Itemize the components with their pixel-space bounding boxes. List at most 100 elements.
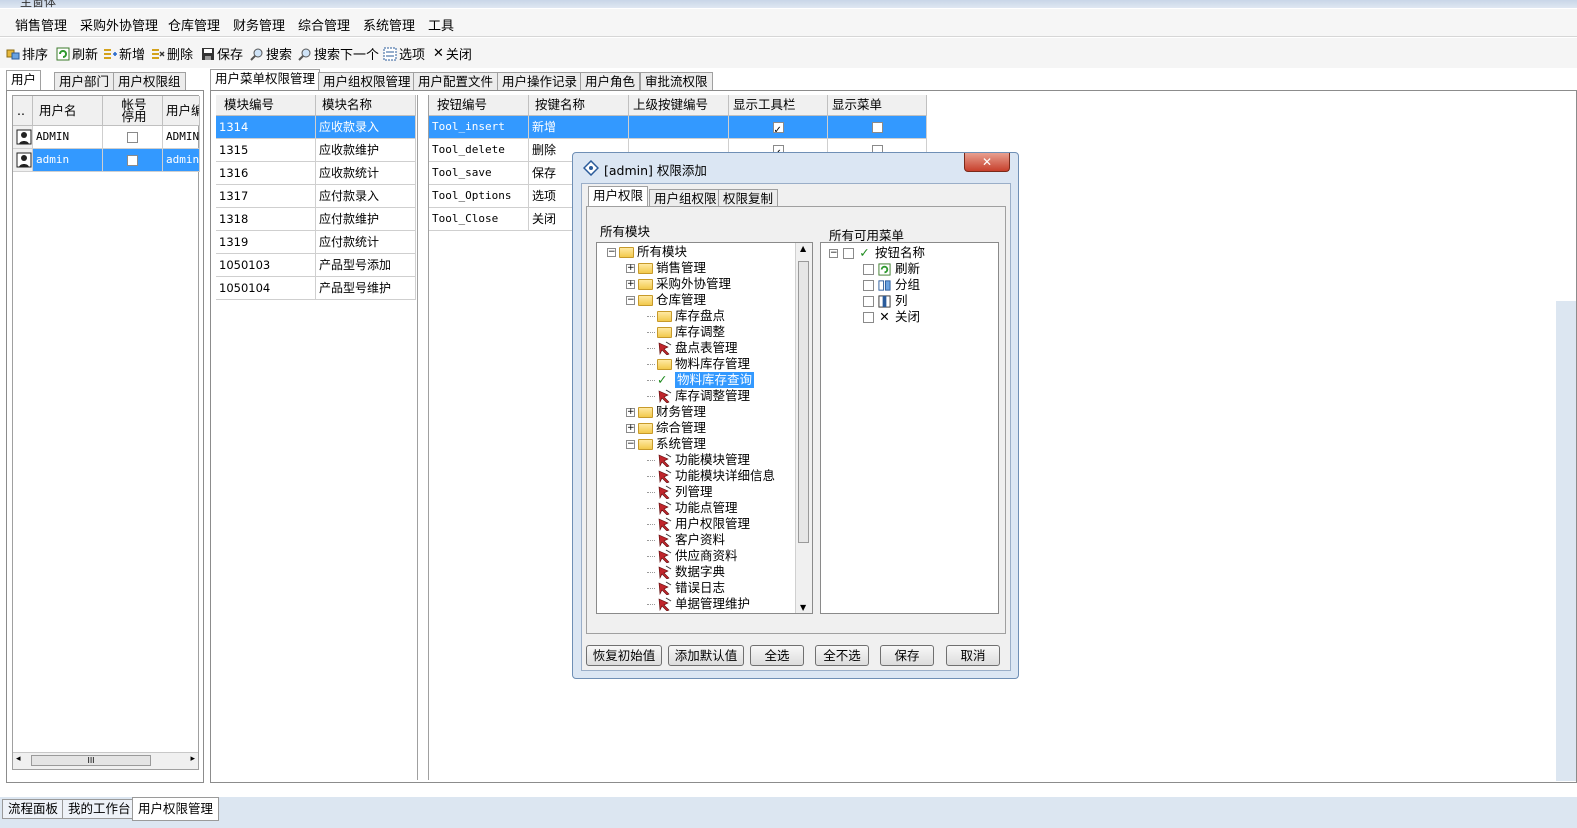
- menu-node-checkbox[interactable]: [863, 311, 874, 323]
- dialog-tab-permission-copy[interactable]: 权限复制: [718, 189, 779, 207]
- menu-tree-node[interactable]: 刷新: [863, 261, 920, 277]
- buttons-parent-header[interactable]: 上级按键编号: [629, 95, 729, 116]
- menu-general[interactable]: 综合管理: [298, 15, 350, 34]
- menu-sales[interactable]: 销售管理: [15, 15, 67, 34]
- menu-tools[interactable]: 工具: [428, 15, 454, 34]
- module-code-cell[interactable]: 1319: [216, 231, 316, 254]
- save-button[interactable]: 保存: [201, 44, 243, 63]
- module-name-cell[interactable]: 应付款统计: [316, 231, 416, 254]
- menu-system[interactable]: 系统管理: [363, 15, 415, 34]
- delete-button[interactable]: 删除: [151, 44, 193, 63]
- buttons-name-header[interactable]: 按键名称: [529, 95, 629, 116]
- module-name-cell[interactable]: 产品型号维护: [316, 277, 416, 300]
- close-button[interactable]: ✕ 关闭: [433, 44, 472, 63]
- show-menu-checkbox[interactable]: [871, 122, 883, 133]
- select-all-button[interactable]: 全选: [750, 645, 804, 666]
- module-tree-node[interactable]: 列管理: [657, 484, 713, 500]
- expand-icon[interactable]: +: [626, 424, 635, 433]
- module-code-cell[interactable]: 1315: [216, 139, 316, 162]
- expand-icon[interactable]: +: [626, 280, 635, 289]
- user-disabled-checkbox[interactable]: [127, 132, 138, 143]
- button-code-cell[interactable]: Tool_save: [429, 162, 529, 185]
- module-tree-node[interactable]: 财务管理: [638, 404, 706, 420]
- tab-user-roles[interactable]: 用户角色: [580, 72, 641, 90]
- tab-user-config-files[interactable]: 用户配置文件: [413, 72, 499, 90]
- buttons-menu-header[interactable]: 显示菜单: [828, 95, 927, 116]
- search-button[interactable]: 搜索: [250, 44, 292, 63]
- module-tree-node[interactable]: 库存调整管理: [657, 388, 750, 404]
- tab-users[interactable]: 用户: [6, 70, 42, 91]
- module-code-cell[interactable]: 1050103: [216, 254, 316, 277]
- module-code-cell[interactable]: 1318: [216, 208, 316, 231]
- module-tree-node[interactable]: 错误日志: [657, 580, 725, 596]
- module-name-cell[interactable]: 产品型号添加: [316, 254, 416, 277]
- button-code-cell[interactable]: Tool_delete: [429, 139, 529, 162]
- scroll-up-icon[interactable]: ▲: [800, 244, 806, 253]
- module-tree-scrollbar[interactable]: ▲ ▼: [795, 243, 812, 613]
- menu-tree-node[interactable]: ✓ 按钮名称: [843, 245, 925, 261]
- scroll-down-icon[interactable]: ▼: [800, 603, 806, 612]
- scroll-left-icon[interactable]: ◂: [16, 754, 21, 764]
- module-tree-node[interactable]: 系统管理: [638, 436, 706, 452]
- user-code-cell[interactable]: admin: [163, 149, 200, 172]
- buttons-toolbar-header[interactable]: 显示工具栏: [729, 95, 828, 116]
- collapse-icon[interactable]: −: [626, 440, 635, 449]
- module-tree-node[interactable]: 物料库存管理: [657, 356, 750, 372]
- module-code-cell[interactable]: 1316: [216, 162, 316, 185]
- collapse-icon[interactable]: −: [829, 249, 838, 258]
- expand-icon[interactable]: +: [626, 408, 635, 417]
- users-horizontal-scrollbar[interactable]: ◂ III ▸: [13, 752, 198, 769]
- button-code-cell[interactable]: Tool_Close: [429, 208, 529, 231]
- user-disabled-cell[interactable]: [103, 126, 163, 149]
- tab-user-permission-management[interactable]: 用户权限管理: [132, 797, 220, 821]
- menu-tree-node[interactable]: 分组: [863, 277, 920, 293]
- module-tree-node[interactable]: 单据管理维护: [657, 596, 750, 612]
- module-tree-node[interactable]: 盘点表管理: [657, 340, 738, 356]
- module-tree[interactable]: − 所有模块 + 销售管理 + 采购外协管理 − 仓库管理 库存盘点 库存调整 盘点表管理 物料库存管…: [596, 242, 813, 614]
- button-name-cell[interactable]: 新增: [529, 116, 629, 139]
- module-code-cell[interactable]: 1314: [216, 116, 316, 139]
- users-grid-code-header[interactable]: 用户编: [163, 96, 200, 126]
- user-disabled-cell[interactable]: [103, 149, 163, 172]
- module-name-cell[interactable]: 应收款统计: [316, 162, 416, 185]
- restore-defaults-button[interactable]: 恢复初始值: [586, 645, 662, 666]
- scroll-right-icon[interactable]: ▸: [190, 754, 195, 764]
- add-button[interactable]: 新增: [103, 44, 145, 63]
- user-name-cell[interactable]: ADMIN: [33, 126, 103, 149]
- search-next-button[interactable]: 搜索下一个: [298, 44, 379, 63]
- expand-icon[interactable]: +: [626, 264, 635, 273]
- tab-user-operation-log[interactable]: 用户操作记录: [497, 72, 583, 90]
- tab-user-departments[interactable]: 用户部门: [54, 72, 115, 90]
- module-tree-node[interactable]: 销售管理: [638, 260, 706, 276]
- tab-process-panel[interactable]: 流程面板: [2, 799, 65, 819]
- module-tree-node[interactable]: 用户权限管理: [657, 516, 750, 532]
- menu-node-checkbox[interactable]: [843, 247, 854, 259]
- tab-user-permission-groups[interactable]: 用户权限组: [113, 72, 186, 90]
- user-disabled-checkbox[interactable]: [127, 155, 138, 166]
- module-tree-node[interactable]: 所有模块: [619, 244, 687, 260]
- menu-node-checkbox[interactable]: [863, 263, 874, 275]
- refresh-button[interactable]: 刷新: [56, 44, 98, 63]
- tab-user-group-permissions[interactable]: 用户组权限管理: [318, 72, 416, 90]
- module-tree-node[interactable]: 数据字典: [657, 564, 725, 580]
- modules-name-header[interactable]: 模块名称: [316, 95, 416, 116]
- collapse-icon[interactable]: −: [607, 248, 616, 257]
- button-parent-cell[interactable]: [629, 116, 729, 139]
- menu-node-checkbox[interactable]: [863, 295, 874, 307]
- module-tree-node[interactable]: 功能模块详细信息: [657, 468, 775, 484]
- button-toolbar-cell[interactable]: [729, 116, 828, 139]
- dialog-cancel-button[interactable]: 取消: [946, 645, 1000, 666]
- module-tree-node[interactable]: 库存盘点: [657, 308, 725, 324]
- show-toolbar-checkbox[interactable]: [772, 120, 784, 138]
- modules-code-header[interactable]: 模块编号: [216, 95, 316, 116]
- user-code-cell[interactable]: ADMIN: [163, 126, 200, 149]
- button-code-cell[interactable]: Tool_Options: [429, 185, 529, 208]
- select-none-button[interactable]: 全不选: [815, 645, 869, 666]
- module-tree-node[interactable]: ✓ 物料库存查询: [657, 372, 755, 388]
- tab-user-menu-permissions[interactable]: 用户菜单权限管理: [210, 69, 321, 90]
- menu-finance[interactable]: 财务管理: [233, 15, 285, 34]
- module-tree-node[interactable]: 仓库管理: [638, 292, 706, 308]
- module-name-cell[interactable]: 应付款录入: [316, 185, 416, 208]
- user-name-cell[interactable]: admin: [33, 149, 103, 172]
- options-button[interactable]: 选项: [383, 44, 425, 63]
